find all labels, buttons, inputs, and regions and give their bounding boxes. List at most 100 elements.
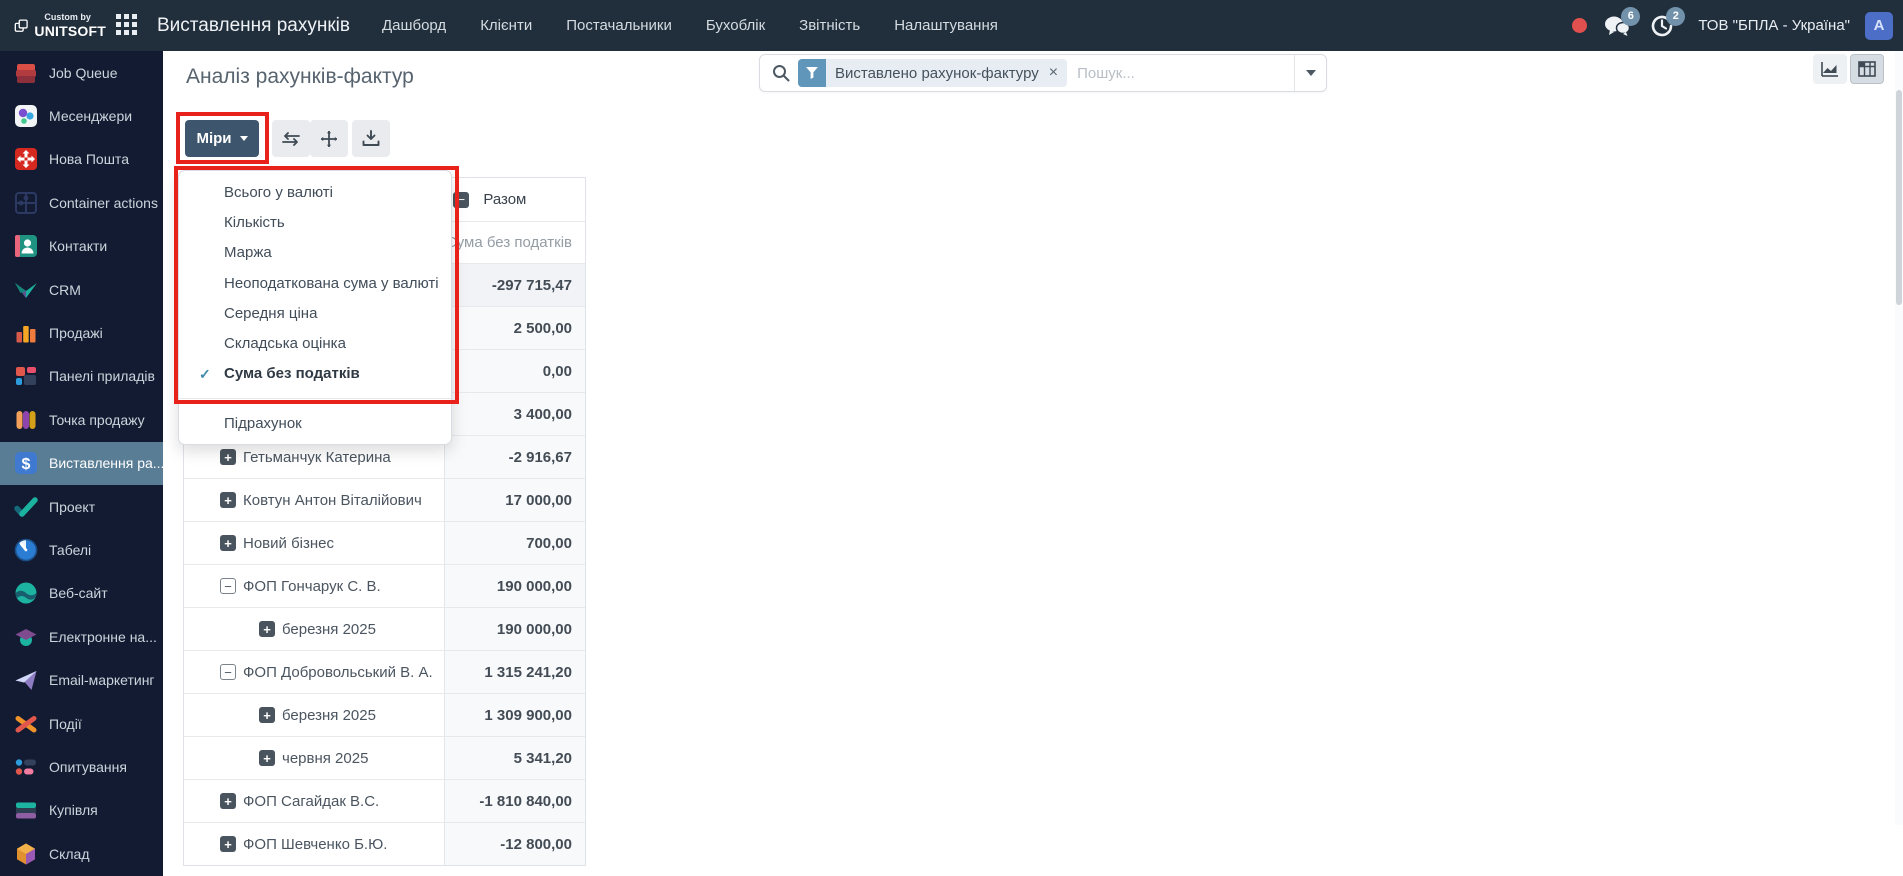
row-header[interactable]: березня 2025 — [184, 694, 446, 736]
table-row: Ковтун Антон Віталійович 17 000,00 — [184, 478, 585, 521]
sidebar-item-container-actions[interactable]: Container actions — [0, 181, 163, 224]
search-options-toggle[interactable] — [1294, 55, 1326, 91]
row-header[interactable]: ФОП Гончарук С. В. — [184, 565, 446, 607]
email-marketing-icon — [15, 671, 37, 691]
sidebar-item-website[interactable]: Веб-сайт — [0, 572, 163, 615]
sidebar-item-contacts[interactable]: Контакти — [0, 225, 163, 268]
expand-icon[interactable] — [220, 535, 236, 551]
row-header[interactable]: Новий бізнес — [184, 522, 446, 564]
search-input[interactable] — [1067, 64, 1294, 82]
measures-button[interactable]: Міри — [185, 120, 259, 157]
row-header[interactable]: ФОП Добровольський В. А. — [184, 651, 446, 693]
messages-badge: 6 — [1621, 6, 1641, 26]
expand-icon[interactable] — [259, 621, 275, 637]
chevron-down-icon — [239, 136, 248, 141]
row-header[interactable]: червня 2025 — [184, 737, 446, 779]
sidebar-item-crm[interactable]: CRM — [0, 268, 163, 311]
collapse-icon[interactable] — [453, 191, 470, 208]
nova-poshta-icon — [15, 148, 37, 171]
row-value: -12 800,00 — [445, 823, 585, 865]
pivot-column-total-header[interactable]: Разом — [445, 178, 585, 221]
apps-grid-icon[interactable] — [112, 10, 141, 42]
row-value: -1 810 840,00 — [445, 780, 585, 822]
sidebar-item-surveys[interactable]: Опитування — [0, 745, 163, 788]
collapse-icon[interactable] — [220, 578, 236, 594]
menu-customers[interactable]: Клієнти — [480, 17, 532, 34]
sidebar-item-purchase[interactable]: Купівля — [0, 789, 163, 832]
row-value: -2 916,67 — [445, 436, 585, 478]
table-row: березня 2025 1 309 900,00 — [184, 693, 585, 736]
sidebar-item-dashboards[interactable]: Панелі приладів — [0, 355, 163, 398]
svg-text:$: $ — [22, 456, 31, 473]
activities-button[interactable]: 2 — [1647, 6, 1686, 41]
row-header[interactable]: ФОП Шевченко Б.Ю. — [184, 823, 446, 865]
page-scrollbar[interactable] — [1895, 40, 1903, 825]
row-value: 700,00 — [445, 522, 585, 564]
row-value: 17 000,00 — [445, 479, 585, 521]
measure-option[interactable]: Маржа — [179, 238, 451, 268]
row-value: 3 400,00 — [445, 393, 585, 435]
expand-icon[interactable] — [220, 492, 236, 508]
menu-dashboard[interactable]: Дашборд — [382, 17, 446, 34]
measure-option[interactable]: Неоподаткована сума у валюті — [179, 268, 451, 298]
purchase-icon — [16, 802, 36, 819]
user-avatar[interactable]: A — [1865, 11, 1893, 40]
messages-button[interactable]: 6 — [1602, 6, 1641, 41]
row-value: 1 309 900,00 — [445, 694, 585, 736]
sidebar-item-project[interactable]: Проект — [0, 485, 163, 528]
events-icon — [15, 715, 37, 733]
expand-all-button[interactable] — [310, 120, 348, 157]
current-app-name[interactable]: Виставлення рахунків — [141, 15, 364, 37]
pos-icon — [16, 410, 36, 429]
row-header[interactable]: ФОП Сагайдак В.С. — [184, 780, 446, 822]
pivot-measure-header[interactable]: Сума без податків — [445, 222, 585, 263]
sidebar-item-nova-poshta[interactable]: Нова Пошта — [0, 138, 163, 181]
expand-icon[interactable] — [220, 836, 236, 852]
sidebar-item-job-queue[interactable]: Job Queue — [0, 51, 163, 94]
sidebar-item-point-of-sale[interactable]: Точка продажу — [0, 398, 163, 441]
measure-option-selected[interactable]: ✓ Сума без податків — [179, 359, 451, 389]
check-icon: ✓ — [199, 365, 211, 382]
company-switcher[interactable]: ТОВ "БПЛА - Україна" — [1698, 17, 1850, 34]
row-header[interactable]: Ковтун Антон Віталійович — [184, 479, 446, 521]
sidebar-item-email-marketing[interactable]: Email-маркетинг — [0, 658, 163, 701]
sidebar-item-elearning[interactable]: Електронне на... — [0, 615, 163, 658]
row-value: 2 500,00 — [445, 307, 585, 349]
measure-option[interactable]: Складська оцінка — [179, 328, 451, 358]
graph-view-button[interactable] — [1813, 54, 1847, 84]
row-value: 1 315 241,20 — [445, 651, 585, 693]
flip-axis-button[interactable] — [272, 120, 310, 157]
project-icon — [14, 496, 38, 517]
measure-option[interactable]: Середня ціна — [179, 298, 451, 328]
sidebar-item-inventory[interactable]: Склад — [0, 832, 163, 875]
expand-icon[interactable] — [220, 449, 236, 465]
expand-icon[interactable] — [259, 750, 275, 766]
facet-close-icon[interactable]: × — [1047, 64, 1067, 82]
elearning-icon — [15, 628, 37, 646]
scrollbar-thumb[interactable] — [1896, 90, 1902, 305]
measure-option[interactable]: Всього у валюті — [179, 177, 451, 207]
sidebar-item-messengers[interactable]: Месенджери — [0, 94, 163, 137]
measure-option-count[interactable]: Підрахунок — [179, 408, 451, 438]
logo-brand: UNITSOFT — [34, 23, 106, 39]
menu-accounting[interactable]: Бухоблік — [706, 17, 765, 34]
sidebar-item-invoicing[interactable]: $ Виставлення ра... — [0, 441, 163, 485]
sidebar-item-events[interactable]: Події — [0, 702, 163, 745]
menu-vendors[interactable]: Постачальники — [566, 17, 672, 34]
measure-option[interactable]: Кількість — [179, 207, 451, 237]
expand-icon[interactable] — [220, 793, 236, 809]
expand-icon[interactable] — [259, 707, 275, 723]
collapse-icon[interactable] — [220, 664, 236, 680]
search-facet-filter[interactable]: Виставлено рахунок-фактуру × — [798, 59, 1068, 87]
menu-settings[interactable]: Налаштування — [894, 17, 998, 34]
search-bar[interactable]: Виставлено рахунок-фактуру × — [759, 54, 1327, 92]
chevron-down-icon — [1305, 70, 1316, 76]
menu-reporting[interactable]: Звітність — [799, 17, 860, 34]
page-title: Аналіз рахунків-фактур — [186, 65, 414, 88]
sidebar-item-timesheets[interactable]: Табелі — [0, 528, 163, 571]
download-xlsx-button[interactable] — [352, 120, 390, 157]
sidebar-item-sales[interactable]: Продажі — [0, 311, 163, 354]
app-sidebar: Job Queue Месенджери Нова Пошта Containe… — [0, 51, 163, 876]
row-header[interactable]: березня 2025 — [184, 608, 446, 650]
pivot-view-button[interactable] — [1850, 54, 1884, 84]
